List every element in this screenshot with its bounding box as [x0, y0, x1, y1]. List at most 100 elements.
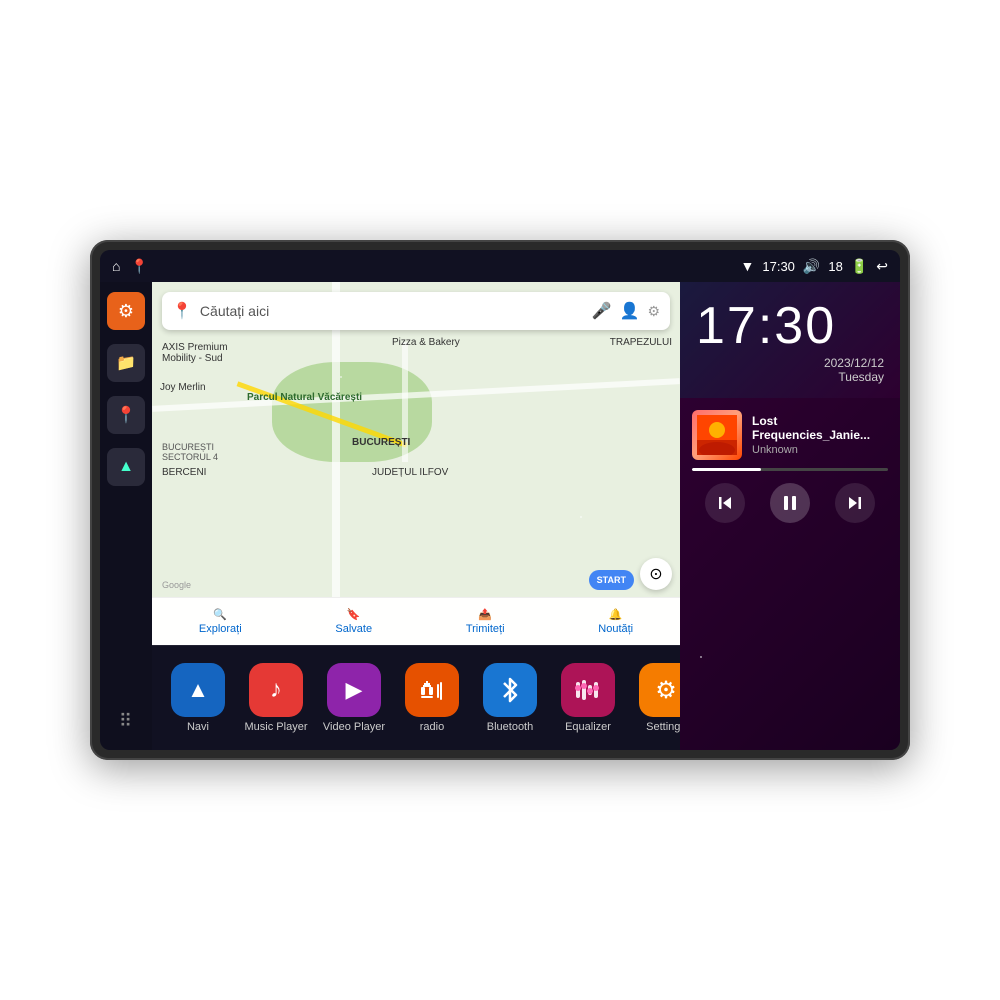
map-road-vertical-2 — [402, 342, 408, 462]
clock-date-value: 2023/12/12 — [824, 356, 884, 370]
music-title: Lost Frequencies_Janie... — [752, 414, 888, 442]
map-start-button[interactable]: START — [589, 570, 634, 590]
app-eq-icon-box — [561, 663, 615, 717]
map-label-trapez: TRAPEZULUI — [610, 337, 672, 348]
map-search-text[interactable]: Căutați aici — [200, 303, 584, 319]
map-share-icon: 📤 — [478, 608, 492, 621]
sidebar-grid-button[interactable]: ⠿ — [107, 702, 145, 740]
map-location-button[interactable]: ⊙ — [640, 558, 672, 590]
clock-time: 17:30 — [696, 300, 884, 352]
clock-date: 2023/12/12 Tuesday — [696, 356, 884, 384]
map-tab-trimiteti-label: Trimiteți — [466, 623, 505, 635]
app-radio-label: radio — [420, 721, 444, 733]
device-screen: ⌂ 📍 ▼ 17:30 🔊 18 🔋 ↩ ⚙ 📁 — [100, 250, 900, 750]
app-radio[interactable]: radio — [396, 663, 468, 733]
music-prev-button[interactable] — [705, 483, 745, 523]
status-bar: ⌂ 📍 ▼ 17:30 🔊 18 🔋 ↩ — [100, 250, 900, 282]
home-icon[interactable]: ⌂ — [112, 258, 120, 274]
map-saved-icon: 🔖 — [347, 608, 361, 621]
map-search-bar[interactable]: 📍 Căutați aici 🎤 👤 ⚙ — [162, 292, 670, 330]
battery-icon: 🔋 — [851, 258, 868, 275]
maps-status-icon[interactable]: 📍 — [130, 258, 147, 275]
music-next-button[interactable] — [835, 483, 875, 523]
map-label-ilfov: JUDEȚUL ILFOV — [372, 467, 448, 478]
map-settings-icon[interactable]: ⚙ — [647, 303, 660, 320]
equalizer-icon — [574, 678, 602, 702]
map-label-merlin: Joy Merlin — [160, 382, 206, 393]
music-album-art — [692, 410, 742, 460]
sidebar-navi-button[interactable]: ▲ — [107, 448, 145, 486]
clock-day-value: Tuesday — [838, 370, 884, 384]
radio-waves-icon — [418, 679, 446, 701]
app-music-player[interactable]: ♪ Music Player — [240, 663, 312, 733]
folder-icon: 📁 — [116, 353, 136, 373]
next-icon — [847, 495, 863, 511]
grid-icon: ⠿ — [119, 711, 133, 732]
clock-widget: 17:30 2023/12/12 Tuesday — [680, 282, 900, 398]
map-tab-salvate[interactable]: 🔖 Salvate — [335, 608, 372, 635]
prev-icon — [717, 495, 733, 511]
map-label-berceni: BERCENI — [162, 467, 206, 478]
sidebar-maps-button[interactable]: 📍 — [107, 396, 145, 434]
map-microphone-icon[interactable]: 🎤 — [592, 301, 612, 321]
music-controls — [692, 479, 888, 527]
map-tab-trimiteti[interactable]: 📤 Trimiteți — [466, 608, 505, 635]
map-widget[interactable]: AXIS PremiumMobility - Sud Pizza & Baker… — [152, 282, 680, 645]
map-pin-icon: 📍 — [116, 405, 136, 425]
settings-gear-icon: ⚙ — [655, 676, 677, 705]
volume-icon: 🔊 — [803, 258, 820, 275]
wifi-icon: ▼ — [741, 258, 755, 274]
app-bluetooth[interactable]: Bluetooth — [474, 663, 546, 733]
music-progress-bar[interactable] — [692, 468, 888, 471]
map-label-sector: BUCUREȘTISECTORUL 4 — [162, 442, 218, 462]
music-track-info: Lost Frequencies_Janie... Unknown — [692, 410, 888, 460]
left-sidebar: ⚙ 📁 📍 ▲ ⠿ — [100, 282, 152, 750]
app-launcher: ▲ Navi ♪ Music Player ▶ Vid — [152, 645, 680, 750]
app-settings-label: Settings — [646, 721, 680, 733]
music-icon: ♪ — [270, 676, 282, 704]
app-navi-icon-box: ▲ — [171, 663, 225, 717]
map-explore-icon: 🔍 — [213, 608, 227, 621]
album-art-image — [697, 415, 737, 455]
music-progress-fill — [692, 468, 761, 471]
music-pause-button[interactable] — [770, 483, 810, 523]
map-tab-explorati-label: Explorați — [199, 623, 242, 635]
app-navi-label: Navi — [187, 721, 209, 733]
app-settings-icon-box: ⚙ — [639, 663, 680, 717]
bluetooth-icon — [499, 676, 521, 704]
navi-arrow-icon: ▲ — [118, 458, 134, 476]
app-bluetooth-icon-box — [483, 663, 537, 717]
music-artist: Unknown — [752, 444, 888, 456]
battery-level: 18 — [828, 259, 842, 274]
right-panel: 17:30 2023/12/12 Tuesday — [680, 282, 900, 750]
map-bottom-bar: 🔍 Explorați 🔖 Salvate 📤 Trimiteți — [152, 597, 680, 645]
video-icon: ▶ — [346, 677, 363, 703]
center-area: AXIS PremiumMobility - Sud Pizza & Baker… — [152, 282, 680, 750]
music-widget: Lost Frequencies_Janie... Unknown — [680, 398, 900, 750]
app-bluetooth-label: Bluetooth — [487, 721, 533, 733]
status-bar-right: ▼ 17:30 🔊 18 🔋 ↩ — [741, 258, 888, 275]
map-background: AXIS PremiumMobility - Sud Pizza & Baker… — [152, 282, 680, 645]
map-account-icon[interactable]: 👤 — [620, 301, 640, 321]
main-content: ⚙ 📁 📍 ▲ ⠿ — [100, 282, 900, 750]
app-video-player[interactable]: ▶ Video Player — [318, 663, 390, 733]
app-radio-icon-box — [405, 663, 459, 717]
sidebar-filemanager-button[interactable]: 📁 — [107, 344, 145, 382]
map-park-area — [272, 362, 432, 462]
pause-icon — [781, 494, 799, 512]
app-equalizer[interactable]: Equalizer — [552, 663, 624, 733]
back-icon[interactable]: ↩ — [876, 258, 888, 275]
app-equalizer-label: Equalizer — [565, 721, 611, 733]
sidebar-settings-button[interactable]: ⚙ — [107, 292, 145, 330]
map-tab-explorati[interactable]: 🔍 Explorați — [199, 608, 242, 635]
map-tab-noutati[interactable]: 🔔 Noutăți — [598, 608, 633, 635]
app-music-icon-box: ♪ — [249, 663, 303, 717]
status-time: 17:30 — [762, 259, 795, 274]
map-label-google: Google — [162, 580, 191, 590]
app-navi[interactable]: ▲ Navi — [162, 663, 234, 733]
map-label-axis: AXIS PremiumMobility - Sud — [162, 342, 228, 364]
app-settings[interactable]: ⚙ Settings — [630, 663, 680, 733]
map-tab-noutati-label: Noutăți — [598, 623, 633, 635]
device-frame: ⌂ 📍 ▼ 17:30 🔊 18 🔋 ↩ ⚙ 📁 — [90, 240, 910, 760]
settings-icon: ⚙ — [118, 301, 134, 322]
